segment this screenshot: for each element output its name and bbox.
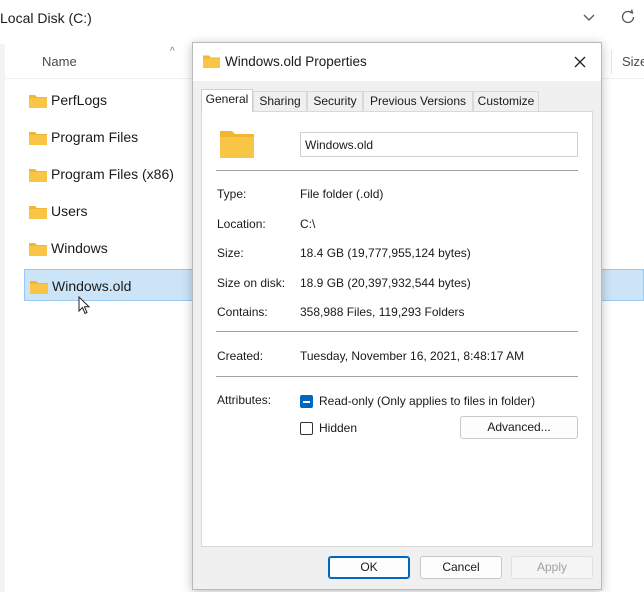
folder-icon xyxy=(29,132,47,145)
location-value: C:\ xyxy=(300,217,316,231)
chevron-down-icon[interactable] xyxy=(580,8,598,26)
ok-button[interactable]: OK xyxy=(328,556,410,579)
divider xyxy=(216,331,578,332)
dialog-title: Windows.old Properties xyxy=(225,54,367,69)
column-header-name[interactable]: Name xyxy=(42,54,77,69)
folder-icon xyxy=(29,169,47,182)
size-on-disk-value: 18.9 GB (20,397,932,544 bytes) xyxy=(300,276,471,290)
readonly-checkbox[interactable] xyxy=(300,395,313,408)
divider xyxy=(216,170,578,171)
properties-dialog: Windows.old Properties General Sharing S… xyxy=(192,42,602,590)
hidden-label[interactable]: Hidden xyxy=(319,421,357,435)
close-icon[interactable] xyxy=(569,51,591,73)
location-label: Location: xyxy=(217,217,266,231)
list-item-label: Windows xyxy=(51,240,108,256)
general-tab-panel: Type: File folder (.old) Location: C:\ S… xyxy=(201,111,593,547)
folder-name-input[interactable] xyxy=(300,132,578,157)
folder-icon xyxy=(29,95,47,108)
contains-label: Contains: xyxy=(217,305,268,319)
folder-icon xyxy=(29,206,47,219)
tab-previous-versions[interactable]: Previous Versions xyxy=(363,91,473,111)
tab-customize[interactable]: Customize xyxy=(473,91,539,111)
size-value: 18.4 GB (19,777,955,124 bytes) xyxy=(300,246,471,260)
folder-icon xyxy=(30,281,48,294)
readonly-label[interactable]: Read-only (Only applies to files in fold… xyxy=(319,394,535,408)
tab-sharing[interactable]: Sharing xyxy=(253,91,307,111)
attributes-label: Attributes: xyxy=(217,393,272,407)
list-item-label: Program Files (x86) xyxy=(51,166,174,182)
cancel-button[interactable]: Cancel xyxy=(420,556,502,579)
list-item-label: Users xyxy=(51,203,88,219)
created-value: Tuesday, November 16, 2021, 8:48:17 AM xyxy=(300,349,525,363)
hidden-checkbox[interactable] xyxy=(300,422,313,435)
type-label: Type: xyxy=(217,187,247,201)
dialog-title-bar[interactable]: Windows.old Properties xyxy=(193,43,601,81)
address-text: Local Disk (C:) xyxy=(0,10,92,26)
list-item-label: PerfLogs xyxy=(51,92,108,108)
column-separator[interactable] xyxy=(611,50,612,74)
tab-security[interactable]: Security xyxy=(307,91,363,111)
type-value: File folder (.old) xyxy=(300,187,384,201)
apply-button[interactable]: Apply xyxy=(511,556,593,579)
refresh-icon[interactable] xyxy=(618,7,638,27)
column-header-size[interactable]: Size xyxy=(622,54,644,69)
folder-large-icon xyxy=(220,131,254,158)
folder-icon xyxy=(29,243,47,256)
advanced-button[interactable]: Advanced... xyxy=(460,416,578,439)
size-on-disk-label: Size on disk: xyxy=(217,276,286,290)
divider xyxy=(216,376,578,377)
created-label: Created: xyxy=(217,349,264,363)
folder-icon xyxy=(203,55,220,68)
size-label: Size: xyxy=(217,246,244,260)
list-item-label: Program Files xyxy=(51,129,139,145)
mouse-cursor-icon xyxy=(78,296,91,315)
contains-value: 358,988 Files, 119,293 Folders xyxy=(300,305,465,319)
sort-ascending-icon: ^ xyxy=(170,46,175,57)
tab-general[interactable]: General xyxy=(201,89,253,112)
list-item-label: Windows.old xyxy=(52,278,132,294)
address-bar[interactable]: Local Disk (C:) xyxy=(0,0,644,36)
navigation-pane-edge xyxy=(0,44,5,592)
